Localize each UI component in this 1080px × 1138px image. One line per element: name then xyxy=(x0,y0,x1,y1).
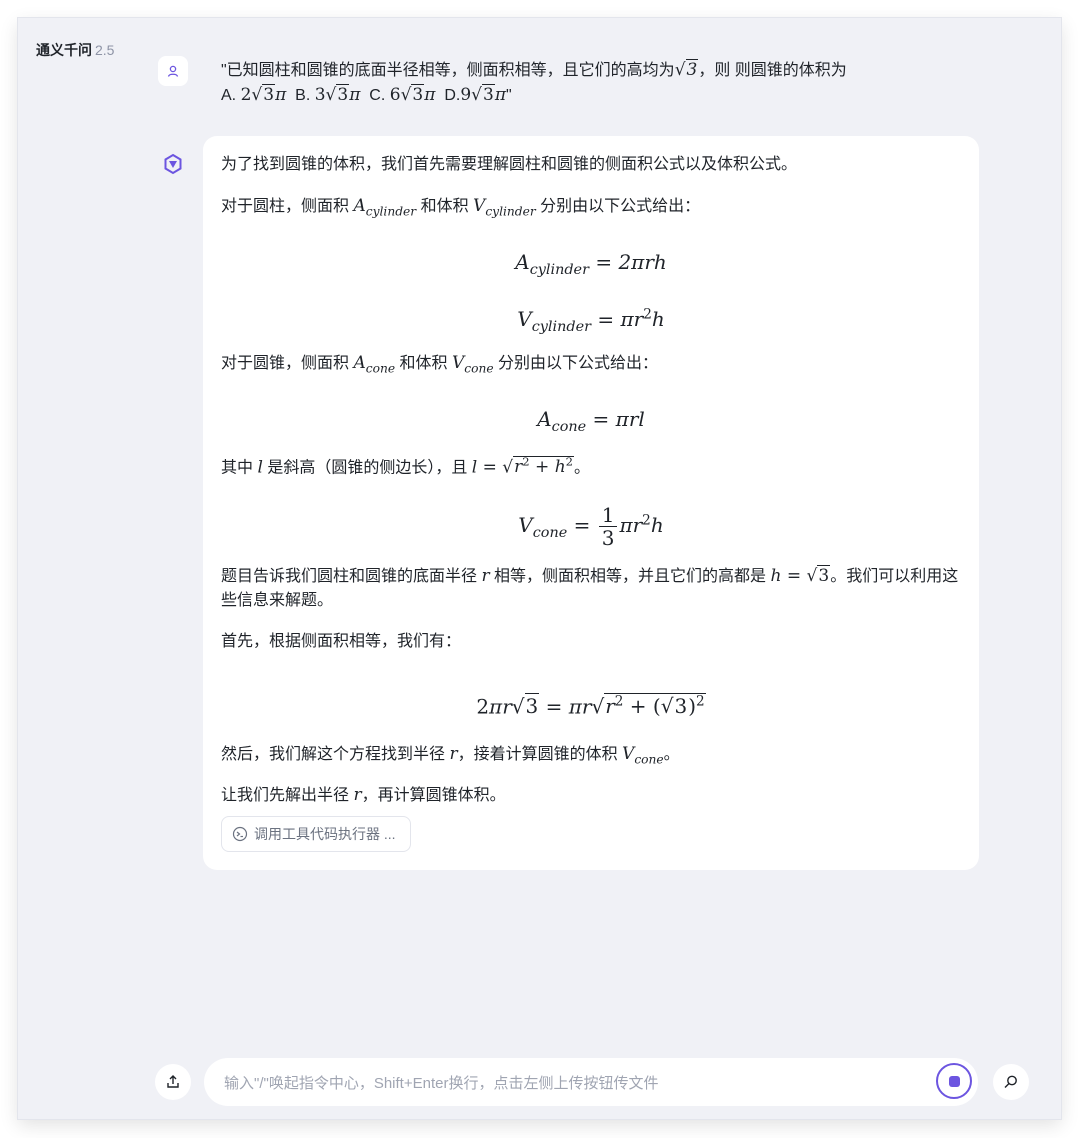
option-a-math: 2√3π xyxy=(240,84,287,105)
equation-cone-volume: Vcone = 1 3 πr2h xyxy=(518,503,664,550)
bot-paragraph-6: 首先，根据侧面积相等，我们有： xyxy=(221,633,462,650)
equation-lateral-area-equal: 2πr√3 = πr√r2 + (√3)2 xyxy=(476,693,706,719)
assistant-avatar xyxy=(158,149,188,179)
equation-cylinder-volume: Vcylinder = πr2h xyxy=(517,307,665,336)
option-d-math: 9√3π xyxy=(460,84,506,105)
option-b-math: 3√3π xyxy=(314,84,361,105)
option-a-label: A. xyxy=(221,87,241,104)
upload-icon xyxy=(167,1075,179,1088)
option-d-label: D. xyxy=(444,87,461,104)
user-avatar xyxy=(158,56,188,86)
user-text-part: ，则 则圆锥的体积为 xyxy=(698,62,847,79)
app-name: 通义千问 xyxy=(36,42,92,58)
option-b-label: B. xyxy=(295,87,315,104)
bot-paragraph-4: 其中 l 是斜高（圆锥的侧边长），且 l = √r2 + h2。 xyxy=(221,455,591,478)
bot-paragraph-1: 为了找到圆锥的体积，我们首先需要理解圆柱和圆锥的侧面积公式以及体积公式。 xyxy=(221,156,798,173)
app-window: 通义千问 2.5 "已知圆柱和圆锥的底面半径相等，侧面积相等，且它们的高均为√3，… xyxy=(18,18,1061,1119)
equation-cone-area: Acone = πrl xyxy=(537,407,645,436)
user-text-part: "已知圆柱和圆锥的底面半径相等，侧面积相等，且它们的高均为 xyxy=(221,62,675,79)
bot-paragraph-2: 对于圆柱，侧面积 Acylinder 和体积 Vcylinder 分别由以下公式… xyxy=(221,196,701,219)
math-sqrt3: √3 xyxy=(674,59,699,80)
app-version: 2.5 xyxy=(95,42,115,58)
user-message: "已知圆柱和圆锥的底面半径相等，侧面积相等，且它们的高均为√3，则 则圆锥的体积… xyxy=(221,58,941,108)
assistant-message-card: 为了找到圆锥的体积，我们首先需要理解圆柱和圆锥的侧面积公式以及体积公式。 对于圆… xyxy=(203,136,979,870)
chat-input[interactable] xyxy=(222,1058,926,1108)
qwen-logo-icon xyxy=(164,153,182,175)
upload-button[interactable] xyxy=(155,1064,191,1100)
user-message-options: A. 2√3π B. 3√3π C. 6√3π D.9√3π" xyxy=(221,83,941,108)
user-icon xyxy=(167,65,179,77)
bot-paragraph-8: 让我们先解出半径 r，再计算圆锥体积。 xyxy=(221,785,506,805)
chat-input-box xyxy=(204,1058,978,1108)
bot-paragraph-3: 对于圆锥，侧面积 Acone 和体积 Vcone 分别由以下公式给出： xyxy=(221,353,659,376)
bot-paragraph-5: 题目告诉我们圆柱和圆锥的底面半径 r 相等，侧面积相等，并且它们的高都是 h =… xyxy=(221,565,959,609)
option-c-label: C. xyxy=(369,87,390,104)
equation-cylinder-area: Acylinder = 2πrh xyxy=(515,250,667,279)
close-quote: " xyxy=(506,87,512,104)
tool-call-chip[interactable]: 调用工具代码执行器 ... xyxy=(221,816,411,852)
option-c-math: 6√3π xyxy=(389,84,436,105)
search-button[interactable] xyxy=(993,1064,1029,1100)
tool-call-label: 调用工具代码执行器 ... xyxy=(254,826,396,842)
search-icon xyxy=(1004,1075,1017,1088)
user-message-line-1: "已知圆柱和圆锥的底面半径相等，侧面积相等，且它们的高均为√3，则 则圆锥的体积… xyxy=(221,58,941,83)
terminal-icon xyxy=(232,826,248,842)
stop-generation-button[interactable] xyxy=(936,1063,972,1099)
stop-icon xyxy=(948,1075,960,1087)
app-brand: 通义千问 2.5 xyxy=(36,40,114,60)
bot-paragraph-7: 然后，我们解这个方程找到半径 r，接着计算圆锥的体积 Vcone。 xyxy=(221,744,680,767)
